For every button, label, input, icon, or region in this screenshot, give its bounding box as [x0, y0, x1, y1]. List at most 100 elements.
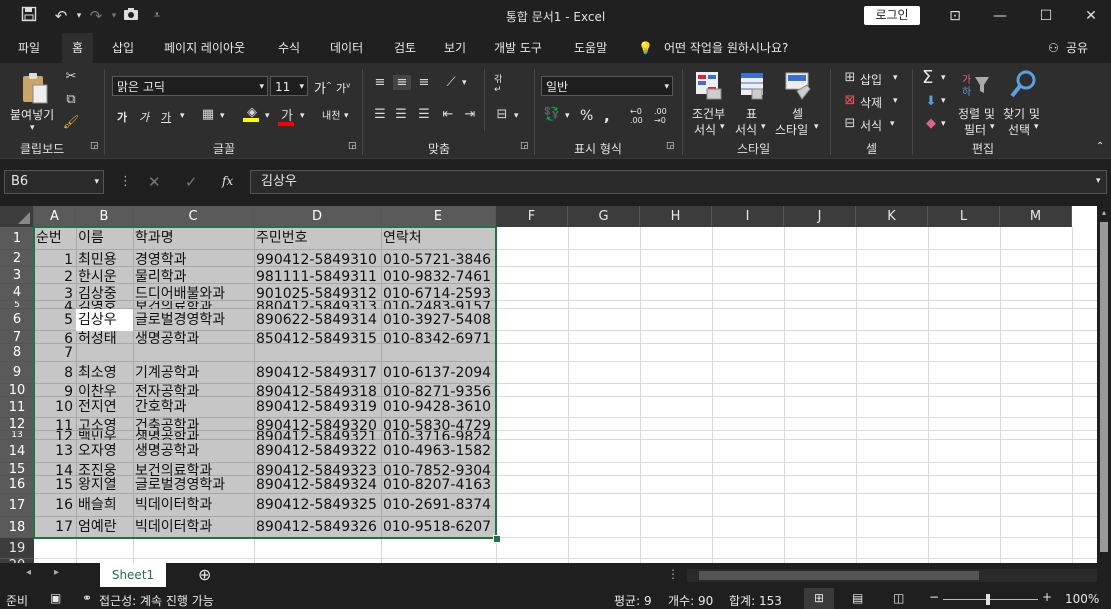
find-select-label1[interactable]: 찾기 및	[1003, 105, 1040, 122]
normal-view-icon[interactable]: ⊞	[804, 588, 834, 609]
align-middle-icon[interactable]: ≡	[393, 75, 411, 90]
format-as-table-label2[interactable]: 서식	[735, 121, 757, 138]
column-header[interactable]: F	[496, 206, 568, 227]
clipboard-launcher-icon[interactable]: ◲	[90, 141, 99, 151]
font-launcher-icon[interactable]: ◲	[348, 141, 357, 151]
clear-dropdown-icon[interactable]: ▾	[941, 119, 946, 129]
underline-button[interactable]: 가	[161, 109, 171, 125]
format-cells-icon[interactable]: ⊟	[842, 116, 858, 131]
minimize-icon[interactable]: —	[985, 5, 1015, 27]
copy-icon[interactable]: ⧉	[62, 92, 80, 107]
cut-icon[interactable]: ✂	[62, 69, 80, 84]
italic-button[interactable]: 가	[139, 109, 149, 125]
share-button[interactable]: 공유	[1064, 33, 1090, 63]
accessibility-status[interactable]: 접근성: 계속 진행 가능	[99, 592, 214, 609]
column-header[interactable]: E	[381, 206, 496, 227]
border-icon[interactable]: ▦	[200, 107, 216, 122]
column-header[interactable]: L	[928, 206, 1000, 227]
name-box[interactable]: B6 ▾	[4, 170, 104, 194]
underline-dropdown-icon[interactable]: ▾	[180, 111, 185, 121]
conditional-format-dropdown-icon[interactable]: ▾	[720, 122, 725, 132]
row-header[interactable]: 16	[0, 476, 34, 494]
row-header[interactable]: 14	[0, 440, 34, 463]
formula-input[interactable]: 김상우	[250, 170, 1107, 194]
find-select-label2[interactable]: 선택	[1008, 121, 1030, 138]
insert-cells-button[interactable]: 삽입	[860, 71, 882, 88]
column-header[interactable]: G	[568, 206, 640, 227]
percent-icon[interactable]: %	[580, 108, 593, 124]
sort-filter-dropdown-icon[interactable]: ▾	[990, 122, 995, 132]
scroll-up-icon[interactable]: ▴	[1099, 208, 1109, 218]
maximize-icon[interactable]: ☐	[1031, 5, 1061, 27]
tab-developer[interactable]: 개발 도구	[492, 33, 544, 63]
row-header[interactable]: 7	[0, 331, 34, 344]
tab-review[interactable]: 검토	[392, 33, 418, 63]
column-header[interactable]: I	[712, 206, 784, 227]
border-dropdown-icon[interactable]: ▾	[220, 111, 225, 121]
column-header[interactable]: C	[133, 206, 254, 227]
find-select-icon[interactable]	[1008, 69, 1038, 101]
row-header[interactable]: 8	[0, 344, 34, 362]
row-header[interactable]: 18	[0, 517, 34, 538]
horizontal-scrollbar[interactable]	[687, 569, 1097, 582]
orientation-dropdown-icon[interactable]: ▾	[462, 78, 467, 88]
format-dropdown-icon[interactable]: ▾	[890, 119, 895, 129]
align-right-icon[interactable]: ☰	[416, 107, 432, 122]
column-header[interactable]: M	[1000, 206, 1072, 227]
autosum-dropdown-icon[interactable]: ▾	[941, 73, 946, 83]
sort-filter-label2[interactable]: 필터	[964, 121, 986, 138]
cancel-icon[interactable]: ✕	[148, 173, 161, 191]
format-as-table-label1[interactable]: 표	[746, 105, 757, 122]
delete-cells-icon[interactable]: ⊠	[842, 93, 858, 108]
fill-color-icon[interactable]: ◈	[243, 105, 261, 122]
row-header[interactable]: 1	[0, 227, 34, 250]
insert-function-icon[interactable]: fx	[222, 174, 233, 188]
zoom-slider[interactable]	[943, 599, 1038, 600]
close-icon[interactable]: ✕	[1076, 5, 1106, 27]
increase-indent-icon[interactable]: ⇥	[462, 107, 478, 122]
paste-dropdown-icon[interactable]: ▾	[30, 123, 35, 133]
zoom-slider-thumb[interactable]	[986, 594, 990, 605]
login-button[interactable]: 로그인	[864, 6, 920, 25]
column-header[interactable]: K	[856, 206, 928, 227]
format-as-table-icon[interactable]	[739, 71, 765, 103]
decrease-decimal-icon[interactable]: .00 →0	[654, 107, 667, 125]
align-top-icon[interactable]: ≡	[372, 75, 388, 90]
sort-filter-label1[interactable]: 정렬 및	[958, 105, 995, 122]
worksheet-grid[interactable]: A B C D E F G H I J K L M 1 2 3 4 5 6 7 8 9 10 11 12 13 14 15 16 17 18…	[0, 206, 1097, 563]
sheet-tab[interactable]: Sheet1	[100, 563, 166, 587]
conditional-format-label2[interactable]: 서식	[694, 121, 716, 138]
row-header[interactable]: 17	[0, 494, 34, 517]
increase-font-icon[interactable]: 가^	[314, 78, 332, 97]
fill-handle[interactable]	[493, 535, 501, 543]
macro-record-icon[interactable]: ▣	[50, 591, 61, 605]
column-header[interactable]: J	[784, 206, 856, 227]
select-all-corner[interactable]	[0, 206, 34, 227]
increase-decimal-icon[interactable]: ←0.00	[630, 107, 643, 125]
bold-button[interactable]: 가	[117, 109, 127, 125]
format-painter-icon[interactable]: 🖌	[62, 115, 80, 130]
phonetic-icon[interactable]: 내천	[322, 107, 340, 122]
tell-me-search[interactable]: 어떤 작업을 원하시나요?	[662, 33, 790, 63]
format-cells-button[interactable]: 서식	[860, 117, 882, 134]
column-header[interactable]: D	[254, 206, 381, 227]
next-sheet-icon[interactable]: ▸	[54, 567, 59, 578]
conditional-format-icon[interactable]	[694, 71, 724, 103]
sort-filter-icon[interactable]: 가하	[960, 71, 992, 101]
row-header[interactable]: 19	[0, 538, 34, 559]
decrease-font-icon[interactable]: 가v	[336, 80, 350, 96]
paste-button[interactable]: 붙여넣기	[10, 106, 54, 123]
hscroll-thumb[interactable]	[699, 571, 979, 580]
row-header[interactable]: 11	[0, 397, 34, 418]
zoom-in-icon[interactable]: +	[1042, 590, 1052, 604]
clear-icon[interactable]: ◆	[923, 116, 939, 131]
format-as-table-dropdown-icon[interactable]: ▾	[761, 122, 766, 132]
row-header[interactable]: 9	[0, 362, 34, 384]
tab-data[interactable]: 데이터	[328, 33, 365, 63]
comma-style-icon[interactable]: ,	[604, 107, 610, 125]
cell-styles-label1[interactable]: 셀	[792, 105, 803, 122]
row-header[interactable]: 12	[0, 418, 34, 431]
font-name-select[interactable]: 맑은 고딕 ▾	[112, 76, 268, 96]
paste-icon[interactable]	[20, 71, 50, 105]
autosum-icon[interactable]: Σ	[922, 67, 933, 88]
